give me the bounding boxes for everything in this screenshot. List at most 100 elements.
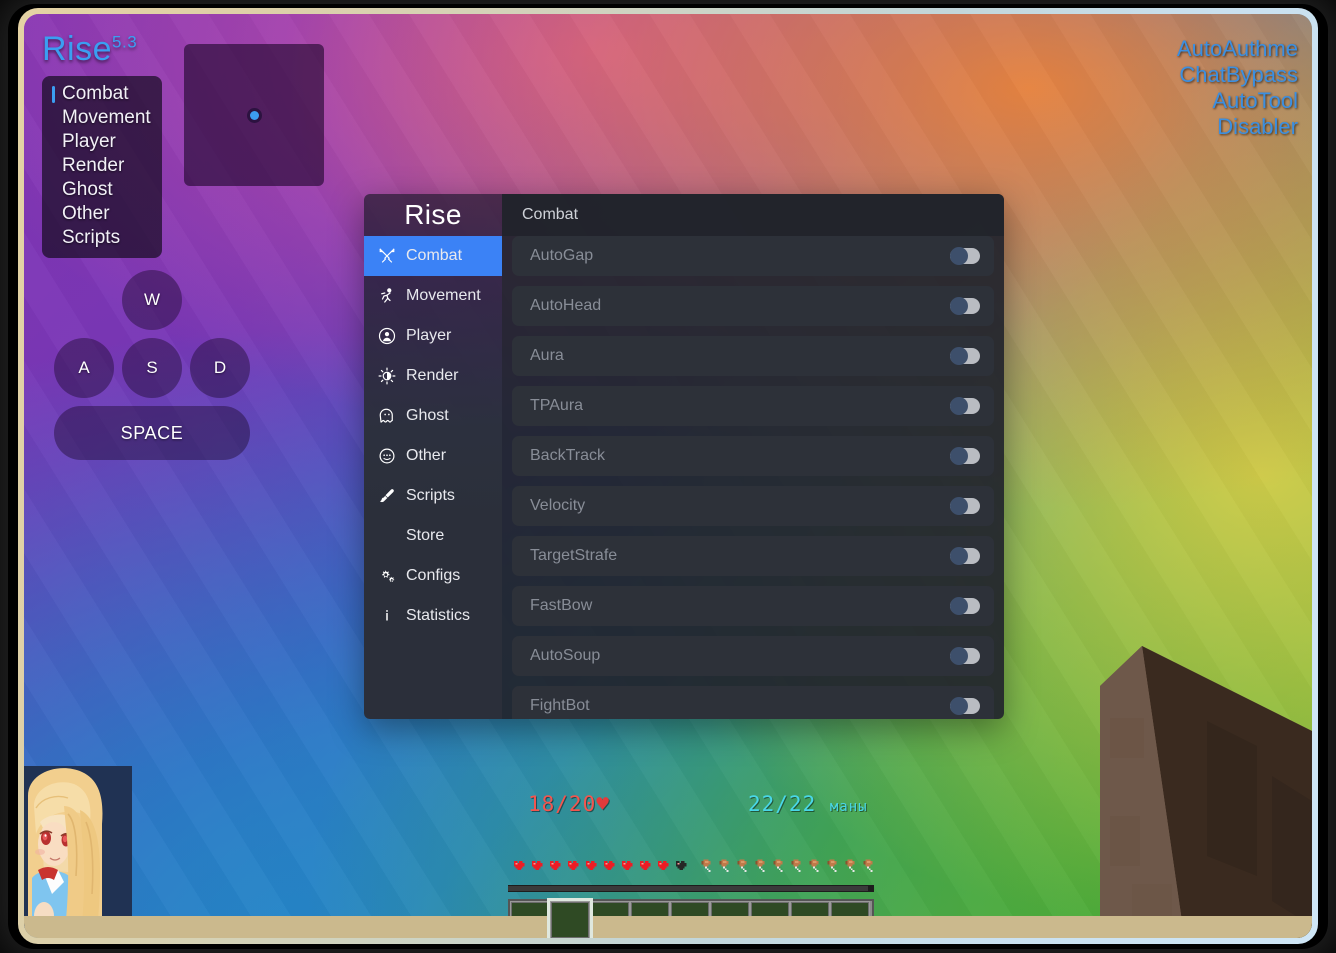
sidebar-item-render[interactable]: Render (364, 356, 502, 396)
food-drumstick-icon (845, 859, 855, 872)
keystroke-label: SPACE (120, 422, 184, 443)
health-status-text: 18/20♥ (528, 792, 609, 816)
sidebar-label: Statistics (406, 607, 471, 624)
module-name: FastBow (530, 597, 593, 614)
crossed-swords-icon (378, 247, 396, 265)
clickgui-window[interactable]: Rise Combat Movement Player Render Ghost… (364, 194, 1004, 719)
sidebar-label: Store (406, 527, 445, 544)
heart-full-icon (585, 861, 597, 872)
sidebar-item-statistics[interactable]: Statistics (364, 596, 502, 636)
food-drumstick-icon (701, 859, 711, 872)
module-row-targetstrafe[interactable]: TargetStrafe (512, 536, 994, 576)
ghost-icon (378, 407, 396, 425)
heart-full-icon (657, 861, 669, 872)
sidebar-item-combat[interactable]: Combat (364, 236, 502, 276)
module-row-fastbow[interactable]: FastBow (512, 586, 994, 626)
tabgui-item-movement[interactable]: Movement (52, 106, 152, 130)
module-name: TargetStrafe (530, 547, 618, 564)
module-row-velocity[interactable]: Velocity (512, 486, 994, 526)
sidebar-item-other[interactable]: Other (364, 436, 502, 476)
sidebar-label: Ghost (406, 407, 449, 424)
module-toggle[interactable] (950, 297, 980, 315)
sidebar-item-player[interactable]: Player (364, 316, 502, 356)
sidebar-item-configs[interactable]: Configs (364, 556, 502, 596)
heart-full-icon (621, 861, 633, 872)
food-row (698, 859, 876, 874)
hotbar-slot-2[interactable] (547, 898, 593, 938)
module-name: AutoSoup (530, 647, 601, 664)
keystroke-w: W (122, 270, 182, 330)
module-toggle[interactable] (950, 247, 980, 265)
module-name: AutoGap (530, 247, 594, 264)
tabgui-label: Combat (62, 83, 129, 104)
keystroke-space: SPACE (54, 406, 250, 460)
mana-status-text: 22/22 маны (748, 792, 868, 816)
module-toggle[interactable] (950, 397, 980, 415)
gears-icon (378, 567, 396, 585)
module-row-autohead[interactable]: AutoHead (512, 286, 994, 326)
heart-full-icon (531, 861, 543, 872)
sidebar-item-scripts[interactable]: Scripts (364, 476, 502, 516)
module-list: AutoGap AutoHead Aura TPAura BackTrack V… (502, 236, 1004, 719)
module-row-autogap[interactable]: AutoGap (512, 236, 994, 276)
tabgui-item-other[interactable]: Other (52, 202, 152, 226)
keystroke-d: D (190, 338, 250, 398)
module-toggle[interactable] (950, 497, 980, 515)
toggle-knob (950, 297, 968, 315)
device-frame: Rise5.3 Combat Movement Player Render Gh… (18, 8, 1318, 944)
heart-empty-icon (675, 861, 687, 872)
module-toggle[interactable] (950, 597, 980, 615)
sidebar-label: Player (406, 327, 452, 344)
module-toggle[interactable] (950, 347, 980, 365)
tabgui-panel[interactable]: Combat Movement Player Render Ghost Othe… (42, 76, 162, 258)
tabgui-label: Movement (62, 107, 151, 128)
keystroke-label: D (213, 358, 227, 377)
module-toggle[interactable] (950, 447, 980, 465)
module-row-tpaura[interactable]: TPAura (512, 386, 994, 426)
module-row-backtrack[interactable]: BackTrack (512, 436, 994, 476)
module-toggle[interactable] (950, 547, 980, 565)
toggle-knob (950, 397, 968, 415)
sidebar-item-store[interactable]: Store (364, 516, 502, 556)
module-toggle[interactable] (950, 697, 980, 715)
tabgui-item-player[interactable]: Player (52, 130, 152, 154)
module-toggle[interactable] (950, 647, 980, 665)
module-name: BackTrack (530, 447, 605, 464)
module-row-autosoup[interactable]: AutoSoup (512, 636, 994, 676)
tabgui-label: Render (62, 155, 125, 176)
sidebar-item-ghost[interactable]: Ghost (364, 396, 502, 436)
sidebar-item-movement[interactable]: Movement (364, 276, 502, 316)
anime-character-overlay (24, 766, 132, 938)
info-icon (378, 607, 396, 625)
category-header: Combat (502, 194, 1004, 236)
toggle-knob (950, 497, 968, 515)
client-title: Rise5.3 (42, 30, 137, 69)
xp-bar (508, 885, 874, 892)
toggle-knob (950, 247, 968, 265)
running-man-icon (378, 287, 396, 305)
tabgui-item-render[interactable]: Render (52, 154, 152, 178)
food-drumstick-icon (719, 859, 729, 872)
tabgui-label: Scripts (62, 227, 121, 248)
keystroke-a: A (54, 338, 114, 398)
tabgui-item-combat[interactable]: Combat (52, 82, 152, 106)
tabgui-label: Ghost (62, 179, 113, 200)
sidebar-label: Movement (406, 287, 481, 304)
module-name: AutoHead (530, 297, 602, 314)
module-row-fightbot[interactable]: FightBot (512, 686, 994, 719)
module-row-aura[interactable]: Aura (512, 336, 994, 376)
toggle-knob (950, 547, 968, 565)
heart-full-icon (639, 861, 651, 872)
tabgui-label: Player (62, 131, 116, 152)
food-drumstick-icon (773, 859, 783, 872)
toggle-knob (950, 447, 968, 465)
smiley-circle-icon (378, 447, 396, 465)
keystroke-s: S (122, 338, 182, 398)
ground-strip (24, 916, 1312, 938)
tabgui-item-scripts[interactable]: Scripts (52, 226, 152, 250)
food-drumstick-icon (791, 859, 801, 872)
sidebar-label: Render (406, 367, 459, 384)
tabgui-item-ghost[interactable]: Ghost (52, 178, 152, 202)
paintbrush-icon (378, 487, 396, 505)
module-name: Velocity (530, 497, 586, 514)
